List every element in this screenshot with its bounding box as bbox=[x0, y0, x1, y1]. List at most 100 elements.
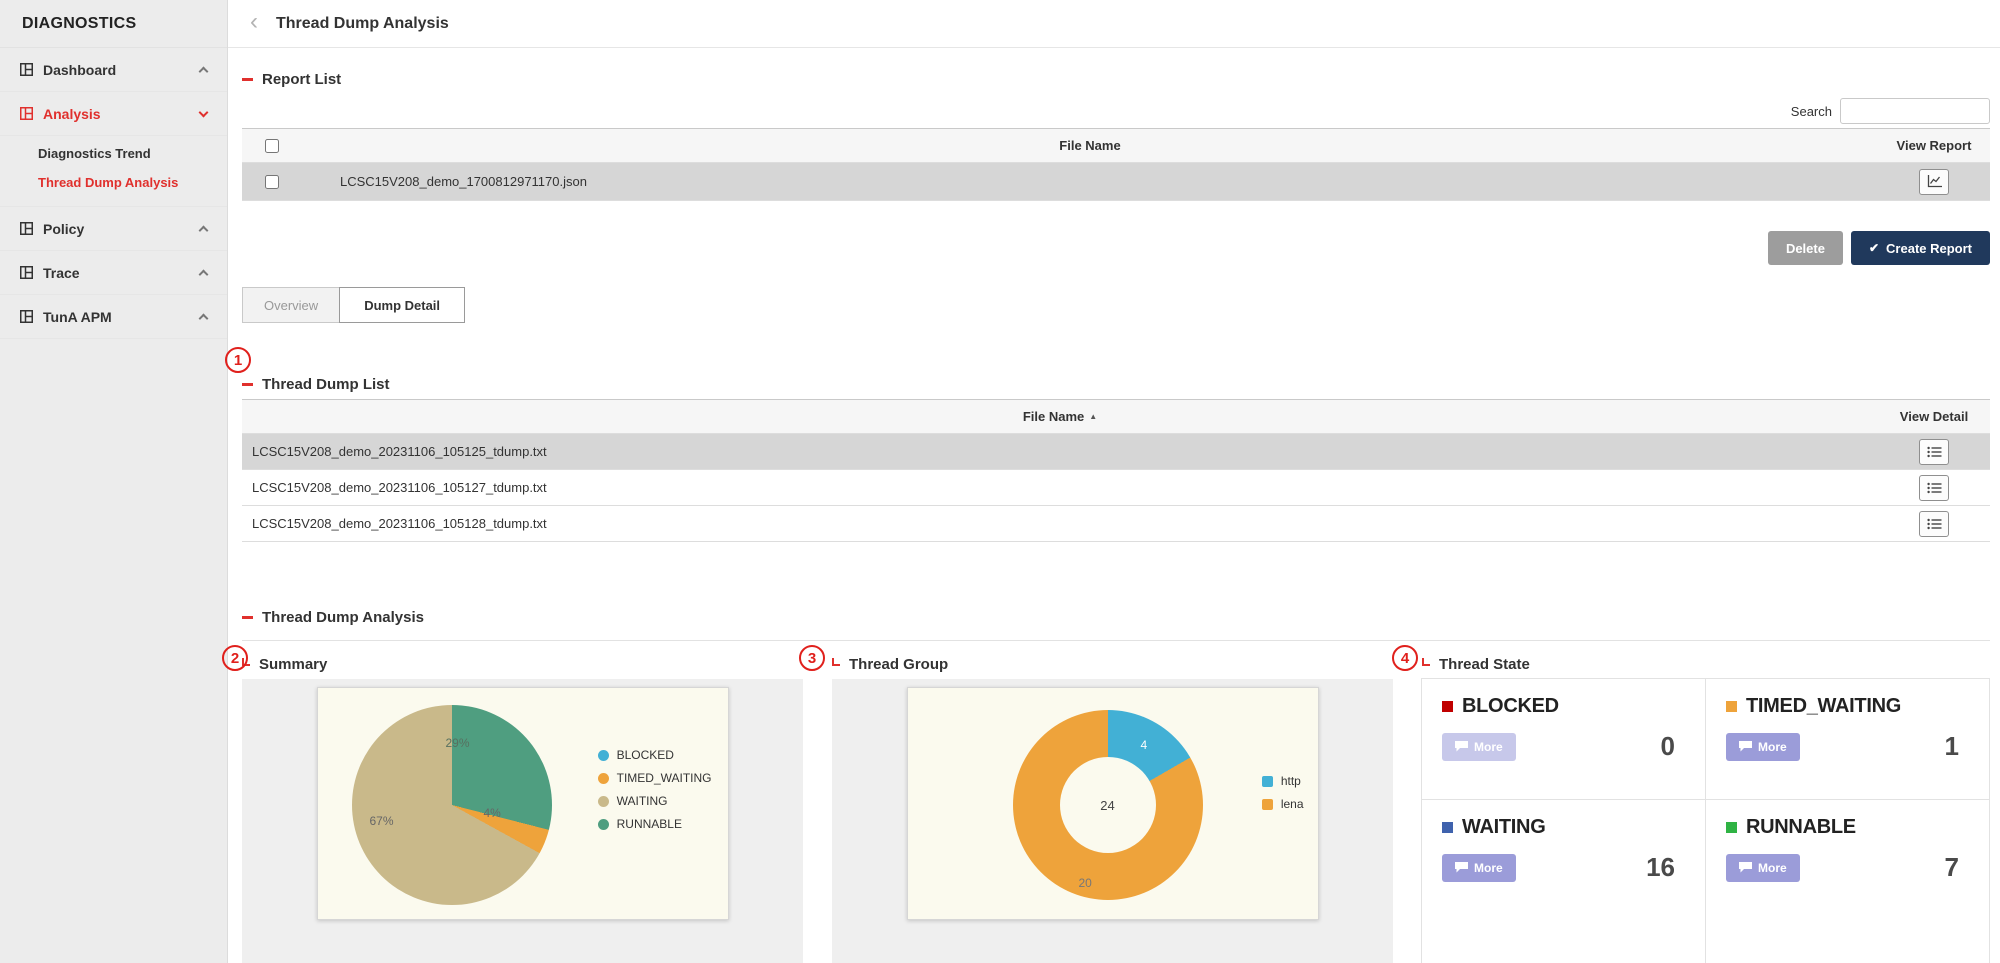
sidebar-item-policy[interactable]: Policy bbox=[0, 207, 227, 251]
chart-icon bbox=[1927, 175, 1942, 188]
thread-dump-list-section-header: Thread Dump List bbox=[242, 369, 1990, 399]
summary-chart-area: 29% 4% 67% BLOCKED TIMED_WAITING bbox=[242, 679, 803, 963]
pie-label-runnable: 29% bbox=[446, 736, 470, 750]
sidebar-item-label: Trace bbox=[43, 265, 80, 281]
annotation-circle-2: 2 bbox=[222, 645, 248, 671]
state-label: WAITING bbox=[1462, 816, 1545, 839]
chevron-up-icon bbox=[199, 226, 209, 236]
page-content: Report List Search File Name View Report bbox=[228, 64, 2000, 963]
page-title: Thread Dump Analysis bbox=[276, 15, 449, 33]
more-button[interactable]: More bbox=[1726, 854, 1800, 882]
thread-state-panel: Thread State BLOCKED More bbox=[1422, 649, 1990, 963]
policy-icon bbox=[20, 222, 33, 235]
report-row[interactable]: LCSC15V208_demo_1700812971170.json bbox=[242, 163, 1990, 201]
list-detail-icon bbox=[1927, 518, 1942, 530]
speech-bubble-icon bbox=[1455, 862, 1468, 873]
search-bar: Search bbox=[242, 94, 1990, 128]
report-file-name: LCSC15V208_demo_1700812971170.json bbox=[302, 174, 1878, 189]
legend-item-timed-waiting[interactable]: TIMED_WAITING bbox=[598, 771, 712, 785]
annotation-circle-4: 4 bbox=[1392, 645, 1418, 671]
state-card-runnable: RUNNABLE More 7 bbox=[1705, 799, 1990, 963]
sidebar: DIAGNOSTICS Dashboard Analysis Diagnosti… bbox=[0, 0, 228, 963]
view-report-button[interactable] bbox=[1919, 169, 1949, 195]
thread-dump-analysis-section-header: Thread Dump Analysis bbox=[242, 602, 1990, 632]
state-value: 1 bbox=[1945, 731, 1969, 762]
row-checkbox[interactable] bbox=[265, 175, 279, 189]
sidebar-item-trace[interactable]: Trace bbox=[0, 251, 227, 295]
section-title: Thread Dump List bbox=[262, 376, 390, 393]
column-header-label: File Name bbox=[1023, 409, 1084, 424]
trace-icon bbox=[20, 266, 33, 279]
view-detail-cell bbox=[1878, 475, 1990, 501]
sidebar-item-tuna-apm[interactable]: TunA APM bbox=[0, 295, 227, 339]
view-detail-button[interactable] bbox=[1919, 511, 1949, 537]
dump-row[interactable]: LCSC15V208_demo_20231106_105128_tdump.tx… bbox=[242, 506, 1990, 542]
tab-overview[interactable]: Overview bbox=[242, 287, 340, 323]
thread-state-grid: BLOCKED More 0 bbox=[1422, 679, 1990, 963]
thread-group-header: Thread Group bbox=[832, 649, 1393, 679]
tab-dump-detail[interactable]: Dump Detail bbox=[339, 287, 465, 323]
panel-title: Summary bbox=[259, 656, 327, 673]
view-detail-button[interactable] bbox=[1919, 439, 1949, 465]
file-name-column-header[interactable]: File Name ▲ bbox=[242, 409, 1878, 424]
analysis-submenu: Diagnostics Trend Thread Dump Analysis bbox=[0, 136, 227, 207]
header-checkbox-cell bbox=[242, 139, 302, 153]
sidebar-item-analysis[interactable]: Analysis bbox=[0, 92, 227, 136]
legend-item-http[interactable]: http bbox=[1262, 774, 1304, 788]
donut-center-total: 24 bbox=[1060, 757, 1156, 853]
section-title: Thread Dump Analysis bbox=[262, 609, 424, 626]
view-detail-button[interactable] bbox=[1919, 475, 1949, 501]
create-report-button[interactable]: ✔ Create Report bbox=[1851, 231, 1990, 265]
more-label: More bbox=[1474, 740, 1503, 754]
collapse-dash-icon[interactable] bbox=[242, 78, 253, 81]
sidebar-item-label: TunA APM bbox=[43, 309, 112, 325]
legend-item-blocked[interactable]: BLOCKED bbox=[598, 748, 712, 762]
report-list-section-header: Report List bbox=[242, 64, 1990, 94]
list-detail-icon bbox=[1927, 446, 1942, 458]
legend-swatch bbox=[1262, 776, 1273, 787]
dump-row[interactable]: LCSC15V208_demo_20231106_105127_tdump.tx… bbox=[242, 470, 1990, 506]
dump-row[interactable]: LCSC15V208_demo_20231106_105125_tdump.tx… bbox=[242, 434, 1990, 470]
analysis-icon bbox=[20, 107, 33, 120]
more-button[interactable]: More bbox=[1442, 733, 1516, 761]
thread-group-donut-chart: 24 4 20 bbox=[1013, 710, 1203, 900]
search-input[interactable] bbox=[1840, 98, 1990, 124]
view-report-column-header: View Report bbox=[1878, 138, 1990, 153]
legend-item-lena[interactable]: lena bbox=[1262, 797, 1304, 811]
thread-state-header: Thread State bbox=[1422, 649, 1990, 679]
corner-mark-icon bbox=[1422, 658, 1430, 666]
view-detail-column-header: View Detail bbox=[1878, 409, 1990, 424]
dashboard-icon bbox=[20, 63, 33, 76]
legend-label: WAITING bbox=[617, 794, 668, 808]
pie-label-waiting: 67% bbox=[370, 814, 394, 828]
legend-dot bbox=[598, 773, 609, 784]
legend-item-waiting[interactable]: WAITING bbox=[598, 794, 712, 808]
delete-button[interactable]: Delete bbox=[1768, 231, 1843, 265]
sidebar-nav: Dashboard Analysis Diagnostics Trend Thr… bbox=[0, 48, 227, 339]
view-detail-cell bbox=[1878, 439, 1990, 465]
more-button[interactable]: More bbox=[1442, 854, 1516, 882]
legend-item-runnable[interactable]: RUNNABLE bbox=[598, 817, 712, 831]
legend-label: TIMED_WAITING bbox=[617, 771, 712, 785]
speech-bubble-icon bbox=[1455, 741, 1468, 752]
list-detail-icon bbox=[1927, 482, 1942, 494]
dump-file-name: LCSC15V208_demo_20231106_105127_tdump.tx… bbox=[242, 480, 1878, 495]
back-chevron-icon[interactable]: ‹ bbox=[250, 10, 258, 34]
select-all-checkbox[interactable] bbox=[265, 139, 279, 153]
annotation-circle-3: 3 bbox=[799, 645, 825, 671]
sidebar-item-diagnostics-trend[interactable]: Diagnostics Trend bbox=[0, 139, 227, 168]
more-button[interactable]: More bbox=[1726, 733, 1800, 761]
sidebar-item-dashboard[interactable]: Dashboard bbox=[0, 48, 227, 92]
legend-label: BLOCKED bbox=[617, 748, 674, 762]
thread-group-chart: 24 4 20 http bbox=[907, 687, 1319, 920]
thread-group-legend: http lena bbox=[1262, 774, 1304, 811]
sidebar-item-thread-dump-analysis[interactable]: Thread Dump Analysis bbox=[0, 168, 227, 197]
pie-label-timed-waiting: 4% bbox=[484, 806, 501, 820]
collapse-dash-icon[interactable] bbox=[242, 616, 253, 619]
more-label: More bbox=[1758, 740, 1787, 754]
legend-label: RUNNABLE bbox=[617, 817, 682, 831]
collapse-dash-icon[interactable] bbox=[242, 383, 253, 386]
app-title: DIAGNOSTICS bbox=[0, 0, 227, 48]
dump-table-header: File Name ▲ View Detail bbox=[242, 400, 1990, 434]
section-title: Report List bbox=[262, 71, 341, 88]
